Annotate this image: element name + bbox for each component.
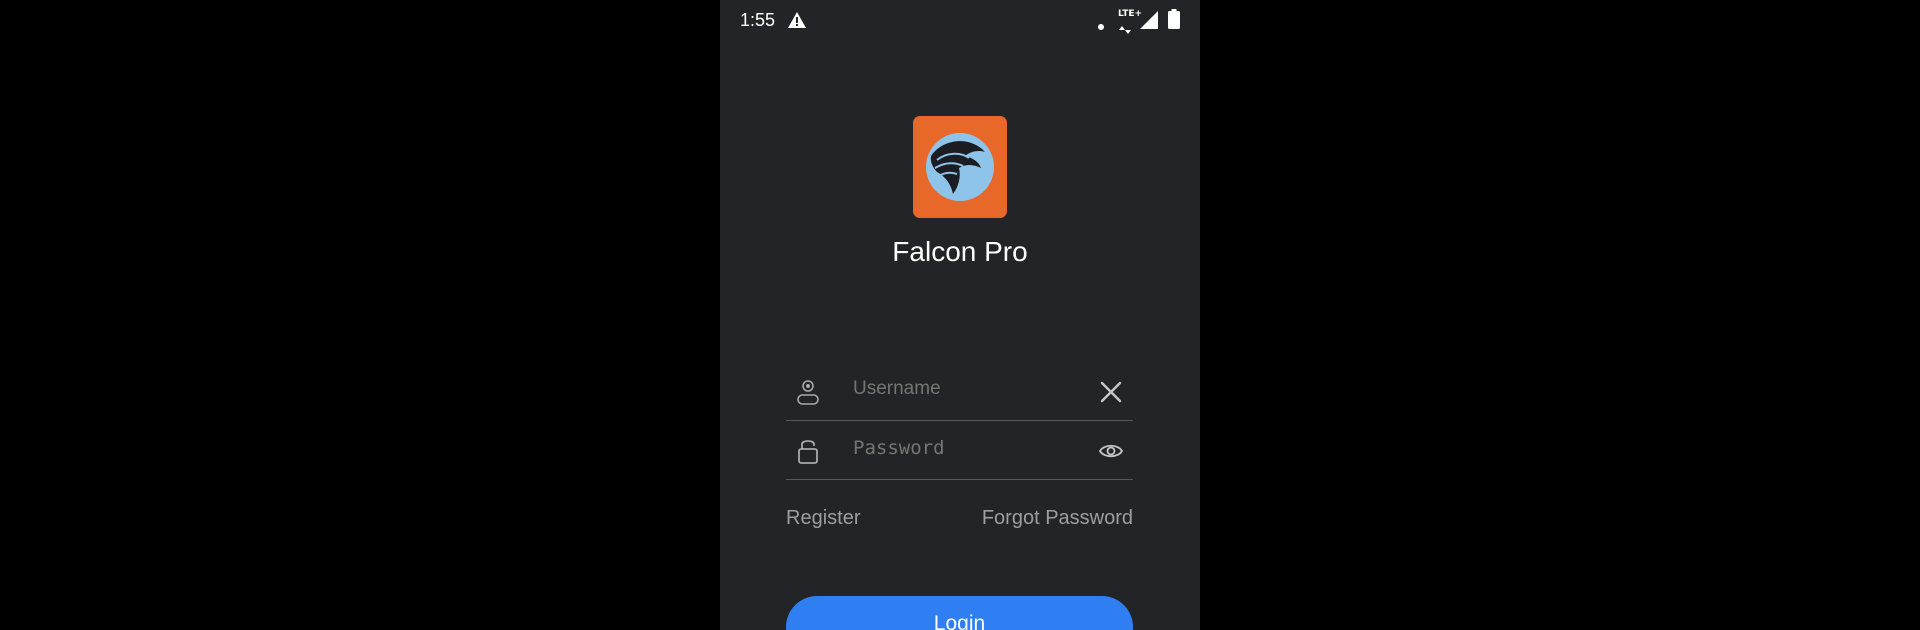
password-field[interactable] — [786, 421, 1133, 480]
app-title: Falcon Pro — [892, 236, 1028, 267]
forgot-password-link[interactable]: Forgot Password — [982, 507, 1133, 530]
user-icon — [796, 378, 820, 406]
status-bar: 1:55 LTE+ — [720, 0, 1200, 42]
status-time: 1:55 — [740, 10, 776, 30]
phone-screen: 1:55 LTE+ Falcon Pro Username Register F… — [720, 0, 1200, 630]
lte-icon: LTE+ — [1118, 9, 1143, 19]
data-arrows-icon — [1119, 21, 1131, 39]
warning-icon — [788, 12, 806, 33]
register-link[interactable]: Register — [786, 507, 860, 530]
falcon-logo-icon — [913, 116, 1007, 218]
signal-icon — [1140, 11, 1158, 34]
username-input[interactable] — [853, 378, 1083, 400]
eye-icon[interactable] — [1098, 441, 1124, 465]
clear-icon[interactable] — [1099, 380, 1123, 404]
password-input[interactable] — [853, 437, 1083, 459]
login-button[interactable]: Login — [786, 596, 1133, 630]
screen-backdrop: 1:55 LTE+ Falcon Pro Username Register F… — [0, 0, 1920, 630]
username-field[interactable] — [786, 362, 1133, 421]
lock-icon — [796, 437, 820, 465]
battery-icon — [1168, 9, 1180, 34]
notification-dot-icon — [1098, 17, 1104, 35]
